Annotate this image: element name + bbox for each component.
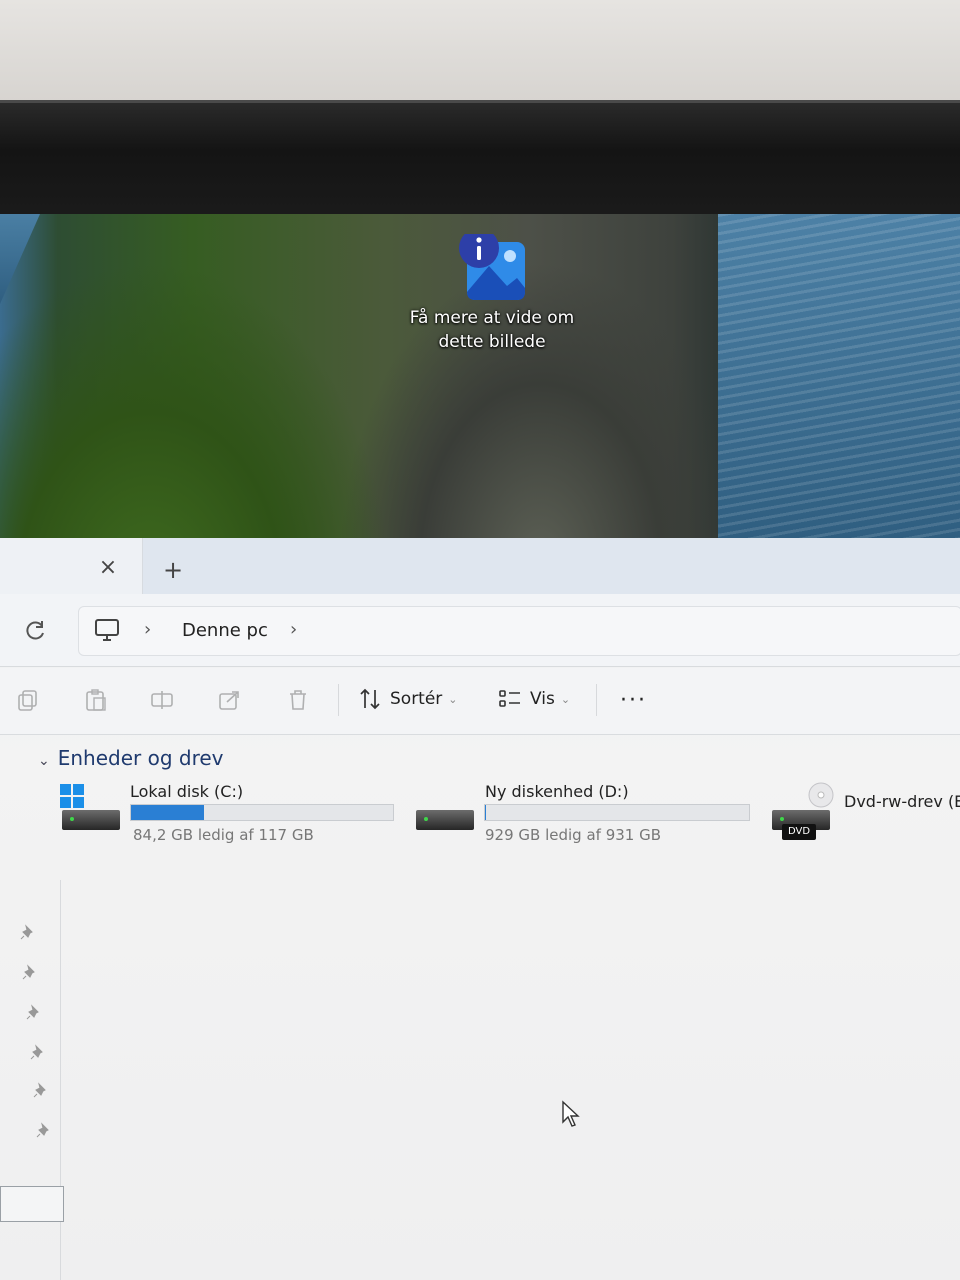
view-icon (499, 690, 520, 707)
delete-icon[interactable] (286, 688, 310, 712)
tab-bar: × + (0, 538, 960, 594)
navigation-pane-item[interactable] (0, 1186, 64, 1222)
hard-drive-icon (416, 810, 474, 830)
desktop-icon-label-1: Få mere at vide om (409, 308, 575, 328)
drive-name: Lokal disk (C:) (130, 782, 244, 801)
monitor-bezel (0, 100, 960, 221)
view-button[interactable]: Vis ⌄ (498, 687, 570, 713)
drive-name: Dvd-rw-drev (E: (844, 792, 960, 811)
command-bar (0, 668, 960, 735)
sort-chevron-down-icon: ⌄ (448, 692, 458, 706)
hard-drive-icon (62, 810, 120, 830)
wallpaper-sea (718, 214, 960, 540)
refresh-icon[interactable] (22, 618, 48, 644)
room-wall (0, 0, 960, 108)
sort-label: Sortér (390, 689, 443, 709)
photo-info-icon (459, 234, 525, 300)
breadcrumb-chevron-icon[interactable]: › (144, 619, 151, 640)
drive-free-space: 929 GB ledig af 931 GB (485, 826, 662, 844)
desktop-icon-label-2: dette billede (438, 332, 546, 352)
pin-icon[interactable] (22, 964, 38, 980)
paste-icon[interactable] (84, 688, 108, 712)
drive-d[interactable]: Ny diskenhed (D:) 929 GB ledig af 931 GB (400, 780, 760, 850)
pin-icon[interactable] (26, 1004, 42, 1020)
sort-button[interactable]: Sortér ⌄ (358, 687, 458, 713)
view-label: Vis (530, 689, 555, 709)
learn-about-picture-shortcut[interactable]: Få mere at vide om dette billede (402, 228, 582, 354)
pin-icon[interactable] (36, 1122, 52, 1138)
dvd-badge: DVD (782, 824, 816, 840)
disc-icon (808, 782, 834, 808)
devices-and-drives-header[interactable]: ⌄ Enheder og drev (38, 746, 224, 770)
file-explorer-window: × + › Denne pc › Sortér ⌄ Vis ⌄ ··· ⌄ En… (0, 538, 960, 1280)
usage-bar-fill (131, 805, 205, 820)
view-chevron-down-icon: ⌄ (560, 692, 571, 706)
drive-c[interactable]: Lokal disk (C:) 84,2 GB ledig af 117 GB (0, 780, 400, 850)
drive-free-space: 84,2 GB ledig af 117 GB (133, 826, 314, 844)
pin-icon[interactable] (20, 924, 36, 940)
copy-icon[interactable] (16, 688, 40, 712)
close-tab-icon[interactable]: × (96, 556, 120, 580)
pin-icon[interactable] (30, 1044, 46, 1060)
breadcrumb-this-pc[interactable]: Denne pc (182, 620, 268, 641)
more-options-icon[interactable]: ··· (620, 688, 647, 713)
rename-icon[interactable] (150, 688, 174, 712)
mouse-cursor-icon (561, 1100, 581, 1128)
windows-logo-icon (60, 784, 84, 808)
usage-bar-fill (485, 805, 486, 820)
desktop-wallpaper: Få mere at vide om dette billede (0, 214, 960, 540)
drive-name: Ny diskenhed (D:) (485, 782, 629, 801)
breadcrumb-expand-chevron-icon[interactable]: › (290, 619, 297, 640)
pin-icon[interactable] (33, 1082, 49, 1098)
usage-bar (130, 804, 394, 821)
section-title: Enheder og drev (57, 746, 224, 770)
chevron-down-icon: ⌄ (38, 753, 50, 769)
sort-icon (360, 688, 380, 710)
monitor-icon (94, 618, 120, 642)
usage-bar (484, 804, 750, 821)
new-tab-icon[interactable]: + (160, 558, 186, 582)
drive-e[interactable]: DVD Dvd-rw-drev (E: (764, 780, 960, 850)
share-icon[interactable] (218, 688, 242, 712)
tab-this-pc[interactable]: × (0, 538, 143, 594)
